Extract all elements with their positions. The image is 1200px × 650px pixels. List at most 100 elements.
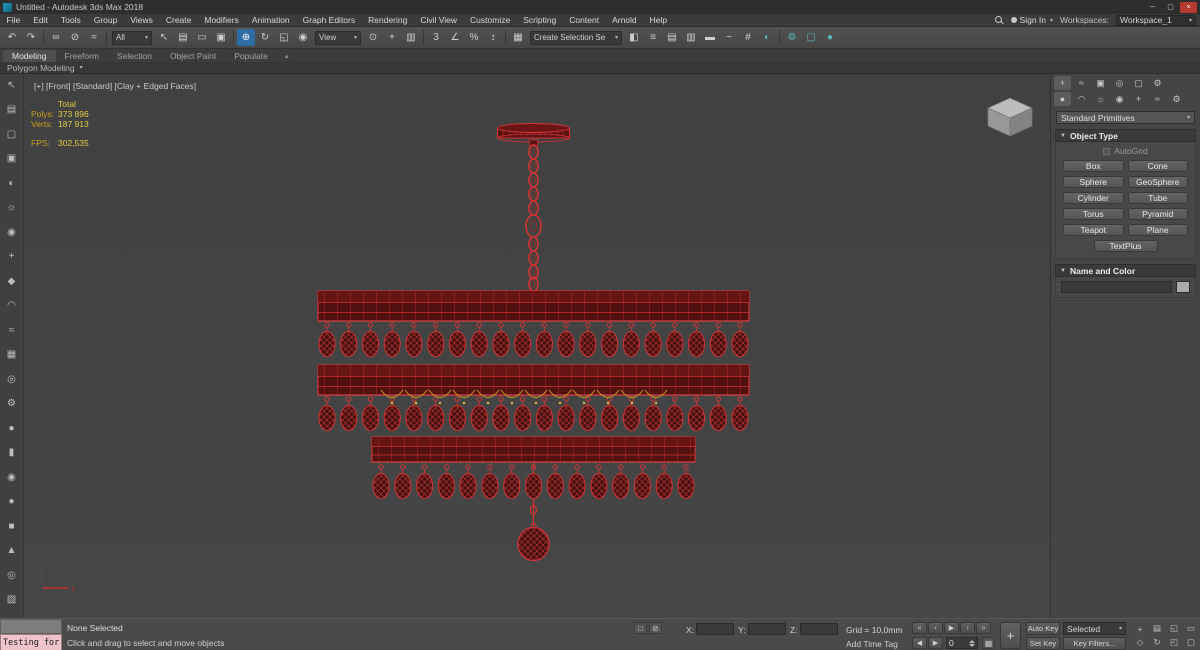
box-button[interactable]: Box — [1063, 160, 1124, 172]
menu-help[interactable]: Help — [643, 15, 673, 25]
menu-animation[interactable]: Animation — [245, 15, 296, 25]
pan-icon[interactable]: ◇ — [1132, 636, 1148, 649]
object-color-swatch[interactable] — [1176, 281, 1190, 293]
menu-customize[interactable]: Customize — [464, 15, 517, 25]
modify-tab-icon[interactable]: ≈ — [1073, 76, 1090, 90]
display-icon[interactable]: ▢ — [4, 126, 20, 142]
cone-icon[interactable]: ▲ — [4, 543, 20, 559]
shapes-category-icon[interactable]: ◠ — [1073, 92, 1090, 106]
maximize-button[interactable]: ▢ — [1162, 2, 1179, 13]
ribbon-tab-selection[interactable]: Selection — [108, 50, 161, 62]
field-of-view-icon[interactable]: ◰ — [1166, 636, 1182, 649]
isolate-selection-icon[interactable]: □ — [634, 622, 647, 634]
set-keys-button[interactable]: + — [1000, 622, 1021, 649]
menu-rendering[interactable]: Rendering — [362, 15, 414, 25]
polygon-modeling-panel[interactable]: Polygon Modeling — [7, 63, 75, 73]
tube-button[interactable]: Tube — [1127, 192, 1188, 204]
select-placement-icon[interactable]: ◉ — [294, 29, 312, 46]
menu-file[interactable]: File — [0, 15, 27, 25]
keyboard-entry-icon[interactable]: ▦ — [982, 637, 995, 649]
render-production-icon[interactable]: ● — [821, 29, 839, 46]
y-coordinate-field[interactable] — [748, 623, 786, 635]
ribbon-tab-populate[interactable]: Populate — [225, 50, 277, 62]
spinner-icon[interactable] — [969, 639, 975, 647]
selection-region-icon[interactable]: ▭ — [193, 29, 211, 46]
menu-content[interactable]: Content — [563, 15, 606, 25]
object-type-rollout-header[interactable]: ▼ Object Type — [1055, 129, 1196, 142]
menu-create[interactable]: Create — [159, 15, 198, 25]
zoom-region-icon[interactable]: ▭ — [1183, 622, 1199, 635]
redo-icon[interactable]: ↷ — [22, 29, 40, 46]
minimize-button[interactable]: ─ — [1144, 2, 1161, 13]
maximize-viewport-icon[interactable]: ▢ — [1183, 636, 1199, 649]
schematic-view-icon[interactable]: # — [739, 29, 757, 46]
hierarchy-icon[interactable]: ▦ — [4, 347, 20, 363]
spinner-snap-icon[interactable]: ↕ — [484, 29, 502, 46]
zoom-extents-icon[interactable]: ◱ — [1166, 622, 1182, 635]
toggle-scene-explorer-icon[interactable]: ▤ — [663, 29, 681, 46]
shape-icon[interactable]: ◠ — [4, 298, 20, 314]
helpers-category-icon[interactable]: + — [1130, 92, 1147, 106]
utility-icon[interactable]: ⚙ — [4, 396, 20, 412]
plane-button[interactable]: Plane — [1127, 224, 1188, 236]
auto-key-button[interactable]: Auto Key — [1026, 622, 1060, 635]
toggle-layer-explorer-icon[interactable]: ▥ — [682, 29, 700, 46]
zoom-icon[interactable]: + — [1132, 622, 1148, 635]
go-to-end-button[interactable]: » — [976, 622, 991, 634]
ribbon-tab-freeform[interactable]: Freeform — [56, 50, 108, 62]
key-filters-button[interactable]: Key Filters... — [1063, 637, 1126, 650]
menu-scripting[interactable]: Scripting — [517, 15, 563, 25]
cylinder-icon[interactable]: ▮ — [4, 445, 20, 461]
camera-icon[interactable]: ◉ — [4, 224, 20, 240]
ribbon-tab-object-paint[interactable]: Object Paint — [161, 50, 225, 62]
display-tab-icon[interactable]: ▢ — [1130, 76, 1147, 90]
select-and-move-icon[interactable]: ⊕ — [237, 29, 255, 46]
geometry-icon[interactable]: ◆ — [4, 273, 20, 289]
render-setup-icon[interactable]: ⚙ — [783, 29, 801, 46]
reference-coordinate-system-dropdown[interactable]: View ▾ — [315, 30, 361, 45]
select-by-name-icon[interactable]: ▤ — [174, 29, 192, 46]
select-and-rotate-icon[interactable]: ↻ — [256, 29, 274, 46]
point-icon[interactable]: ● — [4, 494, 20, 510]
box-icon[interactable]: ■ — [4, 518, 20, 534]
teapot-icon[interactable]: ◉ — [4, 469, 20, 485]
create-tab-icon[interactable]: + — [1054, 76, 1071, 90]
play-button[interactable]: ▶ — [944, 622, 959, 634]
next-frame-button[interactable]: › — [960, 622, 975, 634]
x-coordinate-field[interactable] — [696, 623, 734, 635]
use-pivot-point-center-icon[interactable]: ⊙ — [364, 29, 382, 46]
next-key-button[interactable]: ▶ — [928, 637, 943, 649]
edit-named-selection-sets-icon[interactable]: ▦ — [509, 29, 527, 46]
torus-button[interactable]: Torus — [1063, 208, 1124, 220]
named-selection-sets-dropdown[interactable]: Create Selection Se ▾ — [530, 30, 622, 45]
rendered-frame-window-icon[interactable]: ▢ — [802, 29, 820, 46]
ribbon-tab-modeling[interactable]: Modeling — [3, 50, 56, 62]
align-icon[interactable]: ≡ — [644, 29, 662, 46]
select-icon[interactable]: ↖ — [4, 77, 20, 93]
motion-icon[interactable]: ◎ — [4, 371, 20, 387]
sign-in-button[interactable]: Sign In ▾ — [1010, 15, 1053, 25]
geosphere-button[interactable]: GeoSphere — [1127, 176, 1188, 188]
go-to-start-button[interactable]: « — [912, 622, 927, 634]
maxscript-mini-listener[interactable]: Testing for ; — [0, 634, 62, 650]
select-object-icon[interactable]: ↖ — [155, 29, 173, 46]
select-link-icon[interactable]: ∞ — [47, 29, 65, 46]
angle-snap-icon[interactable]: ∠ — [446, 29, 464, 46]
autogrid-checkbox[interactable]: AutoGrid — [1058, 146, 1193, 156]
toggle-ribbon-icon[interactable]: ▬ — [701, 29, 719, 46]
zoom-all-icon[interactable]: ▤ — [1149, 622, 1165, 635]
space-warps-category-icon[interactable]: ≈ — [1149, 92, 1166, 106]
search-icon[interactable] — [994, 15, 1004, 25]
menu-civil-view[interactable]: Civil View — [414, 15, 464, 25]
orbit-icon[interactable]: ↻ — [1149, 636, 1165, 649]
curve-editor-icon[interactable]: ~ — [720, 29, 738, 46]
viewport-label[interactable]: [+] [Front] [Standard] [Clay + Edged Fac… — [34, 81, 196, 91]
viewport[interactable]: x [+] [Front] [Standard] [Clay + Edged F… — [24, 74, 1050, 618]
select-and-manipulate-icon[interactable]: + — [383, 29, 401, 46]
motion-tab-icon[interactable]: ◎ — [1111, 76, 1128, 90]
mirror-icon[interactable]: ◧ — [625, 29, 643, 46]
name-color-rollout-header[interactable]: ▼ Name and Color — [1055, 264, 1196, 277]
current-frame-field[interactable]: 0 — [946, 637, 978, 649]
cameras-category-icon[interactable]: ◉ — [1111, 92, 1128, 106]
torus-icon[interactable]: ◎ — [4, 567, 20, 583]
